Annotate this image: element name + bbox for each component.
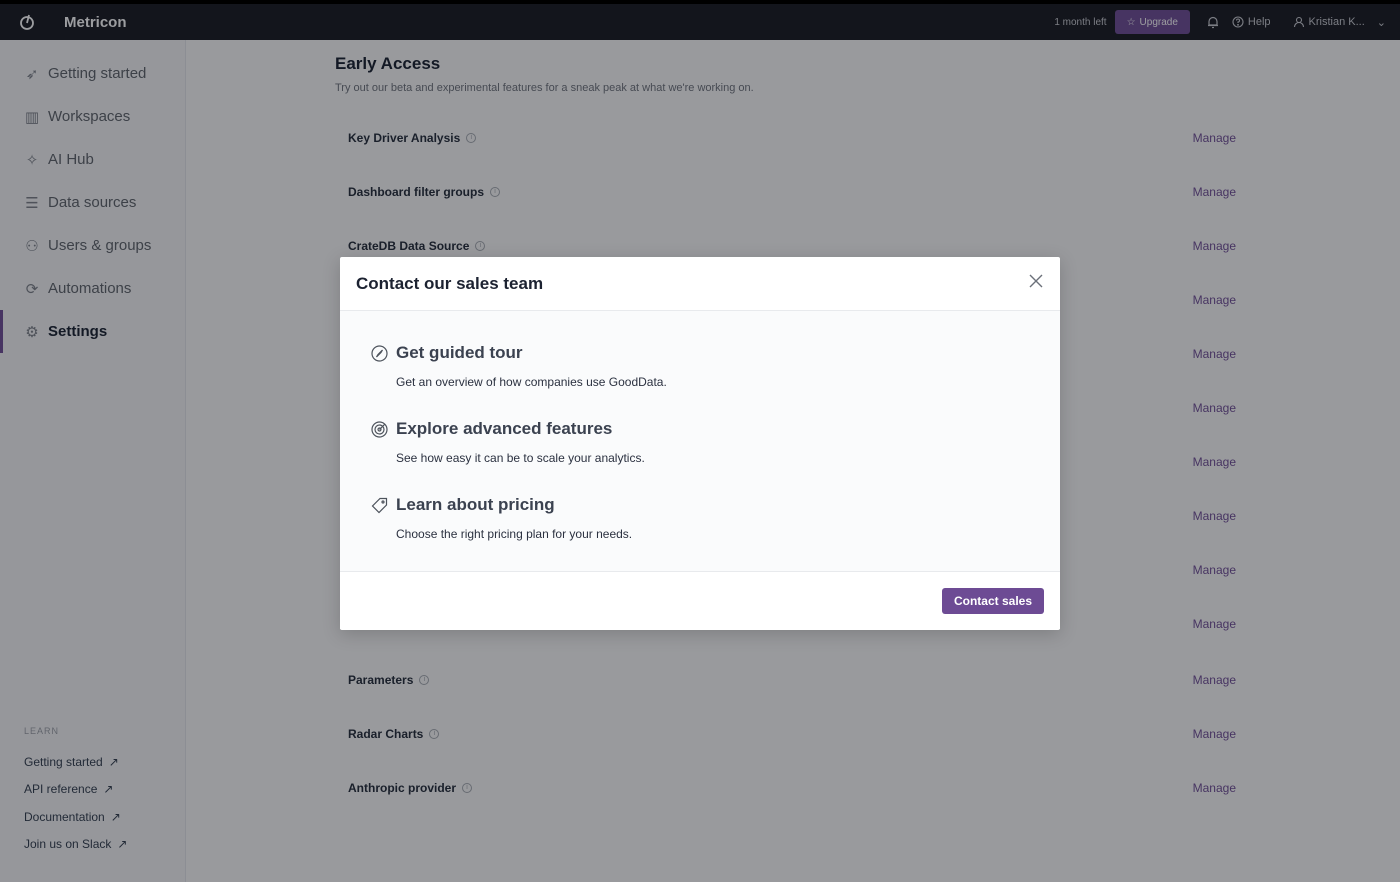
dialog-footer: Contact sales [340,571,1060,629]
option-description: Choose the right pricing plan for your n… [396,527,633,541]
option-description: See how easy it can be to scale your ana… [396,451,645,465]
option-description: Get an overview of how companies use Goo… [396,375,667,389]
option-title: Get guided tour [396,343,523,362]
tag-icon [370,496,388,514]
dialog-body: Get guided tour Get an overview of how c… [340,311,1060,571]
app-window: Metricon 1 month left ☆ Upgrade Help Kri… [0,4,1400,882]
close-icon[interactable] [1028,273,1044,289]
dialog-title: Contact our sales team [356,273,544,293]
option-pricing: Learn about pricing Choose the right pri… [340,495,1060,571]
target-icon [370,420,388,438]
option-title: Learn about pricing [396,495,555,514]
dialog-header: Contact our sales team [340,257,1060,311]
contact-sales-dialog: Contact our sales team Get guided tour G… [340,257,1060,630]
option-title: Explore advanced features [396,419,613,438]
compass-icon [370,344,388,362]
option-advanced-features: Explore advanced features See how easy i… [340,419,1060,495]
option-guided-tour: Get guided tour Get an overview of how c… [340,343,1060,419]
contact-sales-button[interactable]: Contact sales [941,587,1044,614]
